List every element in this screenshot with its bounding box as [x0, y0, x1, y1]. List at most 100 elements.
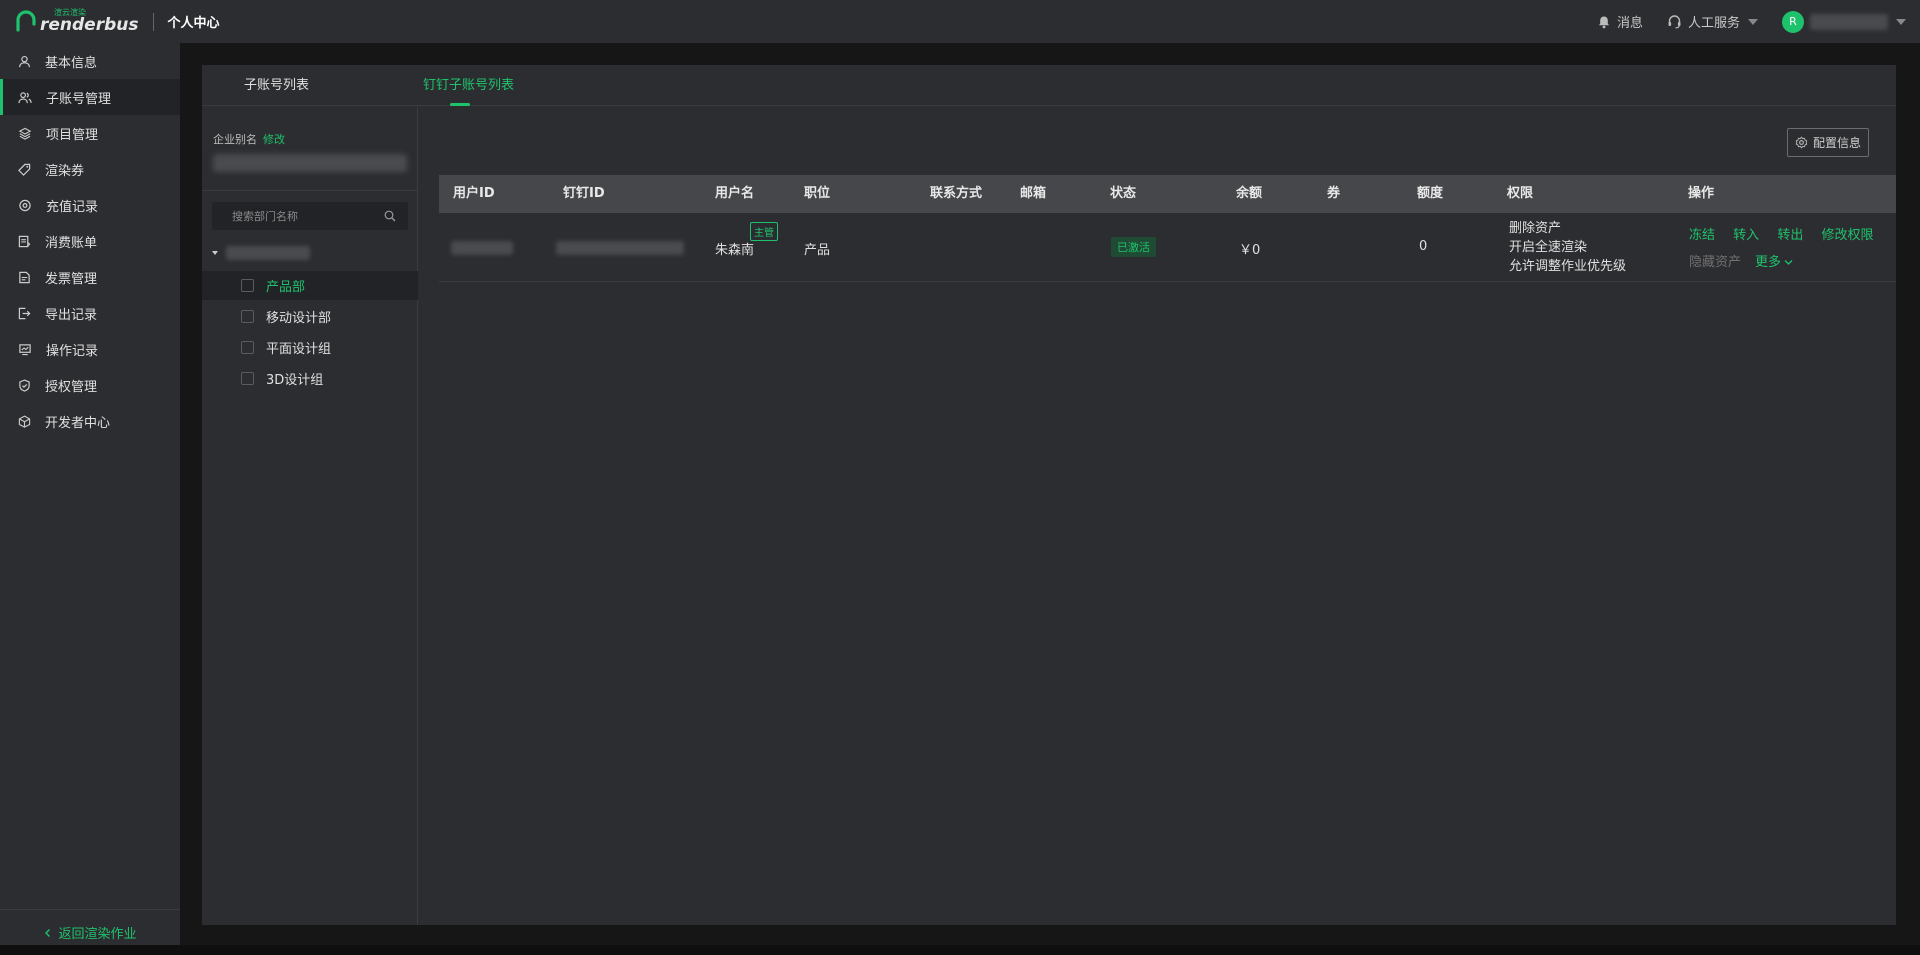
department-label: 产品部: [266, 280, 306, 295]
column-header: 余额: [1236, 186, 1263, 201]
more-label: 更多: [1755, 255, 1782, 270]
main-panel: 子账号列表 钉钉子账号列表 企业别名修改 产品部 移动设计部 平面设计组: [202, 65, 1896, 925]
department-search-input[interactable]: [232, 207, 382, 225]
sidebar-item-label: 充值记录: [46, 199, 99, 215]
sidebar-item-label: 基本信息: [45, 55, 98, 71]
user-menu[interactable]: R: [1782, 10, 1906, 33]
sidebar-item-label: 发票管理: [45, 271, 98, 287]
column-header: 邮箱: [1020, 186, 1047, 201]
department-label: 3D设计组: [266, 373, 324, 388]
chevron-down-icon: [1896, 18, 1906, 25]
permissions-list: 删除资产 开启全速渲染 允许调整作业优先级: [1509, 219, 1626, 276]
page-title: 个人中心: [167, 16, 220, 31]
back-label: 返回渲染作业: [58, 927, 137, 942]
status-badge: 已激活: [1111, 237, 1156, 257]
sidebar-item-authorization[interactable]: 授权管理: [0, 367, 180, 403]
customer-service-button[interactable]: 人工服务: [1667, 12, 1758, 31]
messages-label: 消息: [1616, 16, 1643, 31]
headset-icon: [1668, 15, 1681, 29]
department-checkbox[interactable]: [241, 372, 254, 385]
chevron-left-icon: [45, 928, 51, 937]
transfer-in-link[interactable]: 转入: [1733, 224, 1759, 243]
column-header: 权限: [1507, 186, 1534, 201]
hide-assets-link[interactable]: 隐藏资产: [1689, 251, 1741, 270]
table-header: 用户ID 钉钉ID 用户名 职位 联系方式 邮箱 状态 余额 券 额度 权限 操…: [439, 175, 1896, 213]
shield-icon: [19, 378, 30, 392]
bell-icon: [1598, 16, 1609, 28]
sidebar-item-recharge[interactable]: 充值记录: [0, 187, 180, 223]
tab-sub-accounts[interactable]: 子账号列表: [244, 65, 309, 106]
sidebar-item-label: 操作记录: [46, 343, 99, 359]
active-tab-indicator: [450, 103, 470, 106]
org-tree-root[interactable]: [212, 246, 310, 260]
permission-item: 允许调整作业优先级: [1509, 259, 1627, 274]
department-item[interactable]: 3D设计组: [202, 364, 418, 393]
table-row: 朱森南 主管 产品 已激活 ￥0 0 删除资产 开启全速渲染 允许调整作业优先级…: [439, 213, 1896, 282]
messages-button[interactable]: 消息: [1597, 12, 1643, 31]
department-checkbox[interactable]: [241, 341, 254, 354]
tab-dingtalk-sub-accounts[interactable]: 钉钉子账号列表: [423, 65, 514, 106]
tag-icon: [18, 163, 31, 176]
sidebar-item-operation-logs[interactable]: 操作记录: [0, 331, 180, 367]
balance: ￥0: [1239, 243, 1261, 258]
divider: [202, 190, 418, 191]
sidebar-item-bills[interactable]: 消费账单: [0, 223, 180, 259]
redacted-dingtalk-id: [556, 241, 684, 255]
users-icon: [18, 91, 32, 103]
sidebar-item-label: 消费账单: [45, 235, 98, 251]
edit-alias-link[interactable]: 修改: [263, 133, 285, 146]
gear-icon: [1795, 136, 1808, 149]
department-label: 移动设计部: [266, 311, 332, 326]
monitor-icon: [19, 343, 31, 355]
column-header: 操作: [1688, 186, 1715, 201]
column-header: 用户ID: [453, 186, 495, 201]
department-item[interactable]: 产品部: [202, 271, 418, 300]
config-info-label: 配置信息: [1812, 136, 1861, 150]
username: 朱森南: [715, 243, 755, 258]
sidebar-item-basic-info[interactable]: 基本信息: [0, 43, 180, 79]
column-header: 钉钉ID: [563, 186, 605, 201]
edit-permissions-link[interactable]: 修改权限: [1821, 224, 1873, 243]
column-header: 用户名: [715, 186, 755, 201]
sidebar-item-invoices[interactable]: 发票管理: [0, 259, 180, 295]
header-divider: [152, 12, 154, 31]
top-bar: 渲云渲染 renderbus 个人中心 消息 人工服务 R: [0, 0, 1920, 43]
renderbus-logo[interactable]: 渲云渲染 renderbus: [14, 9, 139, 34]
avatar: R: [1782, 10, 1804, 33]
config-info-button[interactable]: 配置信息: [1787, 128, 1869, 157]
permission-item: 开启全速渲染: [1509, 240, 1588, 255]
sidebar-item-label: 导出记录: [45, 307, 98, 323]
department-label: 平面设计组: [266, 342, 332, 357]
sidebar-item-label: 项目管理: [46, 127, 99, 143]
sidebar-item-developer-center[interactable]: 开发者中心: [0, 403, 180, 439]
redacted-user-id: [451, 241, 513, 255]
bottom-strip: [0, 945, 1920, 955]
bill-icon: [18, 235, 31, 247]
eye-icon: [19, 199, 31, 211]
department-checkbox[interactable]: [241, 279, 254, 292]
sidebar-item-label: 渲染券: [45, 163, 85, 179]
sidebar-item-projects[interactable]: 项目管理: [0, 115, 180, 151]
sidebar-item-exports[interactable]: 导出记录: [0, 295, 180, 331]
column-header: 联系方式: [930, 186, 983, 201]
caret-down-icon[interactable]: [212, 251, 218, 255]
permission-item: 删除资产: [1509, 221, 1562, 236]
tabs: 子账号列表 钉钉子账号列表: [202, 65, 1896, 106]
row-actions: 冻结 转入 转出 修改权限 隐藏资产 更多: [1689, 224, 1873, 270]
freeze-link[interactable]: 冻结: [1689, 224, 1715, 243]
more-dropdown[interactable]: 更多: [1755, 251, 1793, 270]
transfer-out-link[interactable]: 转出: [1777, 224, 1803, 243]
department-item[interactable]: 移动设计部: [202, 302, 418, 331]
logo-text: renderbus: [40, 15, 139, 35]
sidebar-item-label: 授权管理: [45, 379, 98, 395]
column-header: 券: [1327, 186, 1341, 201]
department-item[interactable]: 平面设计组: [202, 333, 418, 362]
department-checkbox[interactable]: [241, 310, 254, 323]
sidebar-item-render-coupons[interactable]: 渲染券: [0, 151, 180, 187]
search-icon[interactable]: [384, 210, 396, 222]
column-header: 状态: [1110, 186, 1137, 201]
position: 产品: [804, 243, 831, 258]
sidebar-item-sub-accounts[interactable]: 子账号管理: [0, 79, 180, 115]
department-panel: 企业别名修改 产品部 移动设计部 平面设计组 3D设计组: [202, 107, 418, 925]
chevron-down-icon: [1748, 18, 1758, 25]
